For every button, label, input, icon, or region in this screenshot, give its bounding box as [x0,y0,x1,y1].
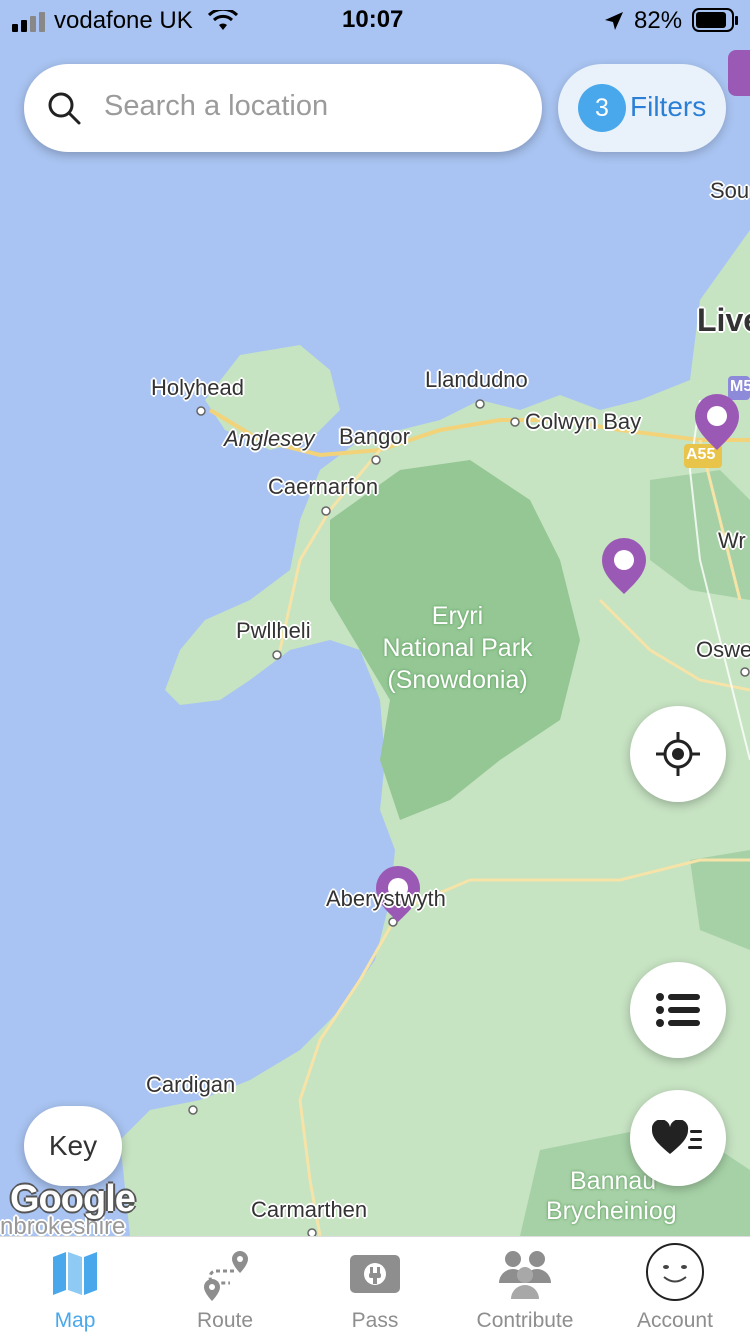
key-button[interactable]: Key [24,1106,122,1186]
place-label: Colwyn Bay [525,409,642,434]
place-label: Pwllheli [236,618,311,643]
tab-contribute[interactable]: Contribute [450,1237,600,1334]
status-bar: vodafone UK 10:07 82% [0,0,750,42]
search-icon [48,92,81,125]
place-label: Carmarthen [251,1197,368,1222]
place-label: Oswe [696,637,750,662]
clock: 10:07 [342,6,404,33]
place-label: Sou [710,178,750,203]
tab-pass[interactable]: Pass [300,1237,450,1334]
filter-count-badge: 3 [578,84,626,132]
tab-account[interactable]: Account [600,1237,750,1334]
place-label: Holyhead [151,375,244,400]
route-icon [204,1251,248,1301]
locate-me-button[interactable] [630,706,726,802]
account-icon [646,1243,704,1301]
place-label: Llandudno [425,367,528,392]
contribute-icon [499,1251,551,1299]
map-icon [53,1252,97,1295]
favourites-button[interactable] [630,1090,726,1186]
partial-marker[interactable] [728,50,750,96]
list-icon [656,993,700,1027]
place-label: Bangor [339,424,410,449]
wifi-icon [208,10,238,30]
place-label: Live [697,302,750,338]
road-label: M5 [730,378,750,395]
tab-label: Account [637,1309,713,1332]
place-label: Cardigan [146,1072,236,1097]
location-arrow-icon [605,12,623,30]
signal-icon [12,12,45,32]
heart-list-icon [652,1120,702,1154]
tab-label: Route [196,1309,254,1332]
place-label: Anglesey [224,426,315,451]
search-bar[interactable]: Search a location [24,64,542,152]
place-label: Caernarfon [268,474,379,499]
map-view[interactable]: Holyhead Anglesey Bangor Llandudno Colwy… [0,0,750,1236]
tab-map[interactable]: Map [0,1237,150,1334]
pass-icon [350,1255,400,1293]
tab-label: Contribute [476,1309,574,1332]
search-placeholder[interactable]: Search a location [104,90,328,123]
carrier-name: vodafone UK [54,7,193,34]
filters-button[interactable]: 3 Filters [558,64,726,152]
battery-percent: 82% [634,7,683,34]
tab-label: Pass [351,1309,399,1332]
list-view-button[interactable] [630,962,726,1058]
filters-label: Filters [630,91,707,122]
national-park-label: Eryri National Park (Snowdonia) [382,602,533,694]
battery-icon [692,8,738,32]
place-label: Wr [718,528,746,553]
place-label: Aberystwyth [326,886,446,911]
road-label: A55 [686,446,716,463]
tab-label: Map [54,1309,96,1332]
tab-route[interactable]: Route [150,1237,300,1334]
crosshair-icon [656,732,700,776]
tab-bar: Map Route Pass Contribute Account [0,1236,750,1334]
